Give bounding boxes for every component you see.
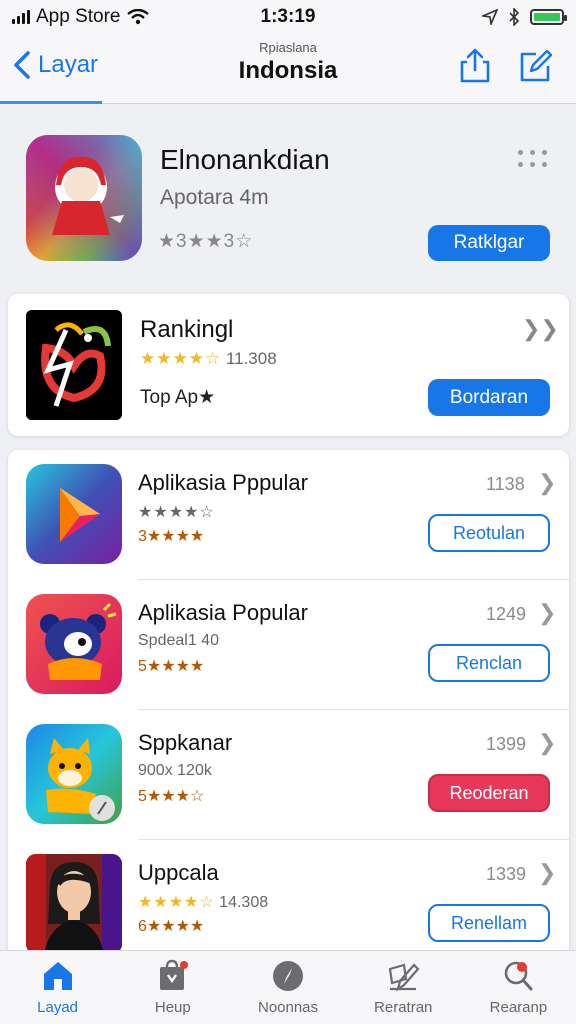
tab-noonnas[interactable]: Noonnas [230,951,345,1024]
tab-bar: Layad Heup Noonnas Reratran Rearanp [0,950,576,1024]
star-rating: ★★★★☆ [138,504,215,521]
tab-label: Noonnas [257,999,319,1016]
app-subtitle: Spdeal1 40 [138,632,219,649]
share-button[interactable] [458,48,492,84]
status-bar: App Store 1:3:19 [0,0,576,34]
ranking-title: Rankingl [140,316,234,343]
chevron-right-icon[interactable]: ❯ [538,730,556,756]
app-subtitle: 900x 120k [138,762,212,779]
edit-icon [388,963,420,992]
chevron-right-icon[interactable]: ❯ [538,600,556,626]
featured-app-icon [26,135,142,261]
app-rank-stars: 5★★★★ [138,658,205,675]
featured-app-rating: ★3★★3☆ [158,231,254,252]
get-button[interactable]: Renclan [428,644,550,682]
compass-icon [273,961,303,991]
ranking-rating: ★★★★☆ 11.308 [140,349,277,369]
battery-icon [530,9,567,25]
app-title: Uppcala [138,860,219,885]
ranking-subtitle: Top Ap★ [140,387,216,408]
nav-bar: Layar Rpiaslana Indonsia [0,34,576,104]
star-rating: ★★★★☆ [140,349,222,368]
app-icon [26,854,122,954]
location-icon [482,9,498,25]
compose-button[interactable] [518,48,553,84]
get-button[interactable]: Renellam [428,904,550,942]
bluetooth-icon [509,8,520,26]
carrier-label: App Store [36,6,121,27]
store-icon [159,959,188,990]
tab-layad[interactable]: Layad [0,951,115,1024]
featured-app-title: Elnonankdian [160,144,330,175]
app-title: Aplikasia Pppular [138,470,308,495]
tab-heup[interactable]: Heup [115,951,230,1024]
app-icon [26,464,122,564]
app-rank-stars: 5★★★☆ [138,788,205,805]
app-icon [26,724,122,824]
featured-get-button[interactable]: Ratklgar [428,225,550,261]
list-item[interactable]: Aplikasia Pppular ★★★★☆ 3★★★★ 1138 ❯ Reo… [8,450,569,580]
featured-app-subtitle: Apotara 4m [160,186,269,209]
rating-count: 14.308 [219,894,269,911]
get-button[interactable]: Reoderan [428,774,550,812]
nav-indicator [0,101,102,104]
app-rating: ★★★★☆ 14.308 [138,892,268,912]
app-count: 1339 [486,864,527,884]
app-rank-stars: 6★★★★ [138,918,205,935]
featured-app[interactable]: Elnonankdian Apotara 4m ★3★★3☆ Ratklgar [0,110,576,284]
chevron-right-icon[interactable]: ❯ [538,470,556,496]
tab-label: Reratran [374,999,433,1016]
chevron-right-icon[interactable]: ❯ [538,860,556,886]
rating-count: 11.308 [225,349,277,368]
app-rank-stars: 3★★★★ [138,528,205,545]
get-button[interactable]: Reotulan [428,514,550,552]
app-count: 1138 [486,474,525,494]
share-icon [460,48,490,83]
tab-rearanp[interactable]: Rearanp [461,951,576,1024]
app-count: 1399 [486,734,527,754]
app-count: 1249 [486,604,527,624]
double-chevron-icon[interactable]: ❯❯ [522,316,559,342]
more-options-icon[interactable] [518,150,548,172]
home-icon [43,962,72,990]
ranking-app-icon [26,310,122,420]
list-item[interactable]: Uppcala ★★★★☆ 14.308 6★★★★ 1339 ❯ Renell… [8,840,569,960]
list-item[interactable]: Aplikasia Popular Spdeal1 40 5★★★★ 1249 … [8,580,569,710]
compose-icon [520,49,553,82]
ranking-get-button[interactable]: Bordaran [428,379,550,416]
app-list: Aplikasia Pppular ★★★★☆ 3★★★★ 1138 ❯ Reo… [8,450,569,960]
ranking-card[interactable]: Rankingl ★★★★☆ 11.308 Top Ap★ ❯❯ Bordara… [8,294,569,436]
signal-icon [12,10,30,24]
app-title: Sppkanar [138,730,233,755]
star-rating: ★★★★☆ [138,894,215,911]
tab-label: Rearanp [489,999,548,1016]
wifi-icon [126,9,149,25]
tab-label: Layad [37,999,79,1016]
list-item[interactable]: Sppkanar 900x 120k 5★★★☆ 1399 ❯ Reoderan [8,710,569,840]
search-icon [505,961,533,991]
app-title: Aplikasia Popular [138,600,308,625]
tab-reratran[interactable]: Reratran [346,951,461,1024]
app-icon [26,594,122,694]
tab-label: Heup [154,999,191,1016]
